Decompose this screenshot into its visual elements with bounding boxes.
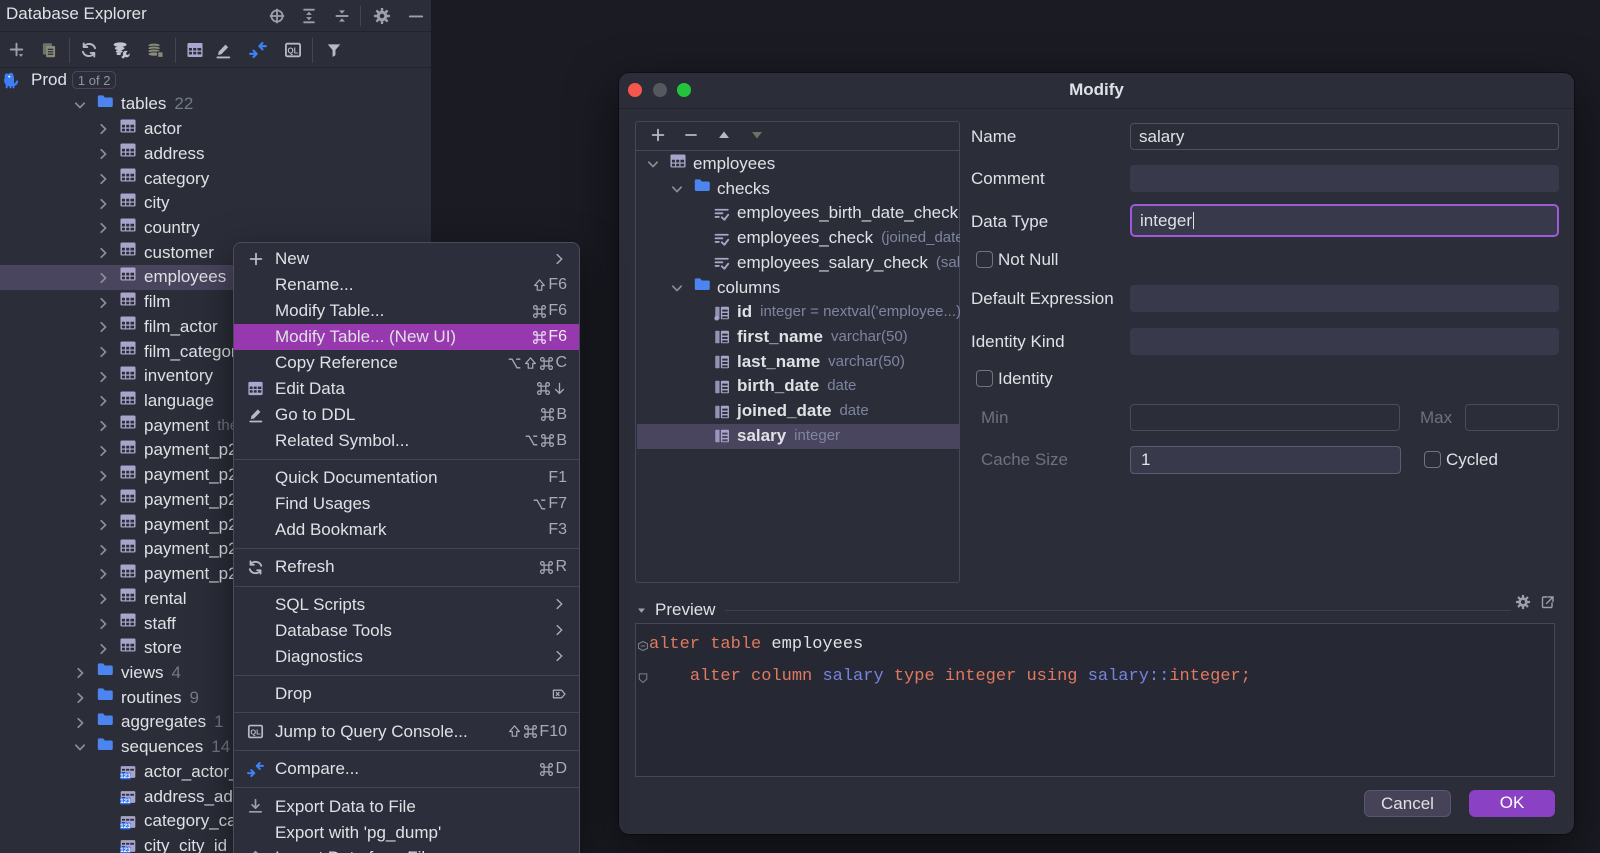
svg-text:QL: QL xyxy=(288,46,299,55)
svg-text:123: 123 xyxy=(120,773,131,780)
svg-text:123: 123 xyxy=(120,847,131,853)
svg-text:123: 123 xyxy=(120,823,131,830)
svg-text:123: 123 xyxy=(120,798,131,805)
svg-text:QL: QL xyxy=(250,728,261,737)
